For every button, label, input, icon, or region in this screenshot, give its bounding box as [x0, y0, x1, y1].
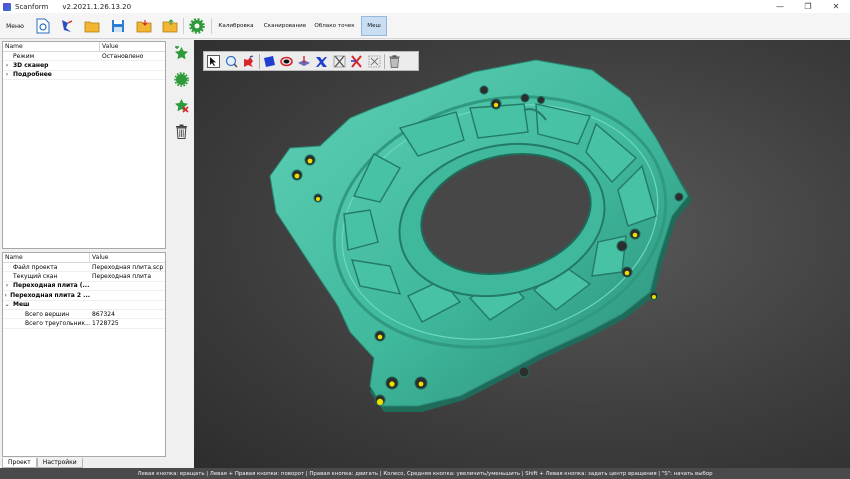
mesh-blob-icon[interactable]	[173, 71, 189, 87]
expand-arrow-icon[interactable]: ›	[3, 282, 11, 289]
app-logo-icon	[3, 2, 11, 11]
status-bar: Левая кнопка: вращать | Левая + Правая к…	[0, 468, 850, 479]
new-project-icon[interactable]	[34, 17, 52, 35]
tree-row[interactable]: ⌄ Меш	[3, 301, 165, 310]
tree-row[interactable]: Режим Остановлено	[3, 52, 165, 62]
3d-viewport[interactable]	[194, 40, 850, 468]
save-icon[interactable]	[109, 17, 127, 35]
add-mesh-icon[interactable]	[173, 45, 189, 61]
app-version: v2.2021.1.26.13.20	[62, 2, 132, 11]
tab-calibration[interactable]: Калибровка	[216, 16, 256, 36]
left-panel: Name Value Режим Остановлено › 3D сканер …	[0, 40, 167, 468]
title-bar: Scanform v2.2021.1.26.13.20 — ❐ ✕	[0, 0, 850, 13]
project-properties-tree: Name Value Файл проекта Переходная плита…	[2, 252, 166, 457]
column-header-name: Name	[3, 253, 90, 262]
app-name: Scanform	[15, 2, 49, 11]
open-folder-icon[interactable]	[83, 17, 101, 35]
tab-point-cloud[interactable]: Облако точек	[313, 16, 356, 36]
column-header-name: Name	[3, 42, 100, 51]
tree-row[interactable]: › 3D сканер	[3, 61, 165, 71]
scanner-icon[interactable]	[58, 17, 76, 35]
tree-row[interactable]: › Подробнее	[3, 71, 165, 81]
mesh-model[interactable]	[194, 40, 850, 468]
tree-row[interactable]: › Переходная плита 2 ...	[3, 291, 165, 301]
tree-row[interactable]: › Переходная плита (...	[3, 282, 165, 292]
expand-arrow-icon[interactable]: ›	[3, 71, 11, 78]
column-header-value: Value	[92, 254, 109, 261]
trash-icon[interactable]	[173, 123, 189, 139]
main-toolbar: Меню Калибровка Сканирование Облако точе…	[0, 13, 850, 39]
gear-icon[interactable]	[188, 17, 206, 35]
column-header-value: Value	[102, 43, 119, 50]
menu-button[interactable]: Меню	[3, 17, 27, 35]
remove-mesh-icon[interactable]	[173, 97, 189, 113]
tree-row[interactable]: Файл проекта Переходная плита.scp	[3, 263, 165, 273]
maximize-button[interactable]: ❐	[794, 0, 822, 13]
close-button[interactable]: ✕	[822, 0, 850, 13]
side-tool-column	[167, 40, 194, 468]
tree-row[interactable]: Всего треугольник... 1728725	[3, 319, 165, 329]
import-folder-icon[interactable]	[135, 17, 153, 35]
tab-scanning[interactable]: Сканирование	[261, 16, 309, 36]
tree-row[interactable]: Текущий скан Переходная плита	[3, 272, 165, 282]
tab-settings[interactable]: Настройки	[36, 458, 83, 468]
tab-mesh[interactable]: Меш	[361, 16, 387, 36]
expand-arrow-icon[interactable]: ›	[3, 62, 11, 69]
tree-row[interactable]: Всего вершин 867324	[3, 310, 165, 320]
device-properties-tree: Name Value Режим Остановлено › 3D сканер …	[2, 41, 166, 249]
tab-project[interactable]: Проект	[2, 458, 37, 468]
expand-arrow-icon[interactable]: ›	[3, 292, 8, 299]
minimize-button[interactable]: —	[766, 0, 794, 13]
collapse-arrow-icon[interactable]: ⌄	[3, 301, 11, 308]
export-folder-icon[interactable]	[161, 17, 179, 35]
